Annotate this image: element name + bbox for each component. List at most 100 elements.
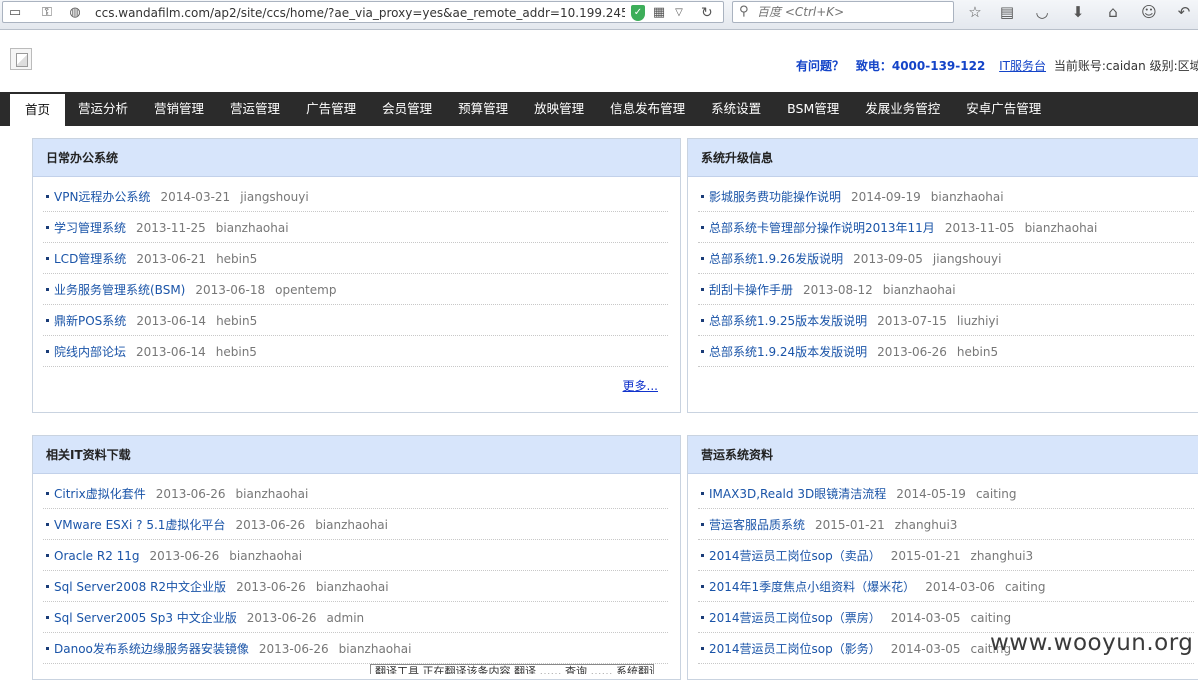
item-link[interactable]: Sql Server2005 Sp3 中文企业版 (54, 611, 237, 625)
bullet-icon (701, 554, 704, 557)
item-date: 2014-05-19 (896, 487, 966, 501)
item-link[interactable]: Oracle R2 11g (54, 549, 140, 563)
nav-home[interactable]: 首页 (10, 94, 66, 126)
item-date: 2013-06-14 (136, 314, 207, 328)
chat-icon[interactable]: ☺ (1139, 2, 1159, 22)
list-item: 业务服务管理系统(BSM) 2013-06-18 opentemp (43, 274, 668, 305)
back-arrow-icon[interactable]: ↶ (1174, 2, 1194, 22)
panel-system-upgrades: 系统升级信息 影城服务费功能操作说明 2014-09-19 bianzhaohai … (687, 138, 1198, 413)
item-author: bianzhaohai (930, 190, 1004, 204)
item-author: hebin5 (956, 345, 999, 359)
item-link[interactable]: LCD管理系统 (54, 252, 126, 266)
search-input[interactable] (757, 4, 947, 20)
item-date: 2013-11-05 (944, 221, 1015, 235)
item-link[interactable]: 总部系统1.9.25版本发版说明 (709, 314, 867, 328)
reload-icon[interactable]: ↻ (701, 5, 713, 21)
bullet-icon (46, 319, 49, 322)
bullet-icon (701, 492, 704, 495)
dropdown-arrow-icon[interactable]: ▽ (671, 5, 687, 21)
nav-operations[interactable]: 营运管理 (217, 92, 293, 126)
bullet-icon (701, 523, 704, 526)
address-bar[interactable]: ▭ ⚿ ◍ ccs.wandafilm.com/ap2/site/ccs/hom… (2, 1, 724, 23)
nav-info-publish[interactable]: 信息发布管理 (597, 92, 698, 126)
qr-code-icon[interactable]: ▦ (651, 5, 667, 21)
item-date: 2014-03-05 (890, 611, 961, 625)
item-link[interactable]: 刮刮卡操作手册 (709, 283, 793, 297)
list-item: 总部系统1.9.25版本发版说明 2013-07-15 liuzhiyi (698, 305, 1194, 336)
bullet-icon (701, 616, 704, 619)
nav-members[interactable]: 会员管理 (369, 92, 445, 126)
more-link[interactable]: 更多... (623, 379, 658, 393)
nav-settings[interactable]: 系统设置 (698, 92, 774, 126)
item-author: caiting (970, 611, 1012, 625)
item-link[interactable]: Sql Server2008 R2中文企业版 (54, 580, 226, 594)
nav-ops-analysis[interactable]: 营运分析 (65, 92, 141, 126)
list-item: 总部系统卡管理部分操作说明2013年11月 2013-11-05 bianzhaoh… (698, 212, 1194, 243)
item-author: bianzhaohai (215, 221, 289, 235)
item-date: 2014-03-05 (890, 642, 961, 656)
help-question[interactable]: 有问题？ (796, 59, 844, 73)
item-link[interactable]: 总部系统1.9.24版本发版说明 (709, 345, 867, 359)
url-text[interactable]: ccs.wandafilm.com/ap2/site/ccs/home/?ae_… (95, 5, 625, 21)
shield-icon[interactable]: ✓ (631, 5, 645, 21)
item-date: 2013-06-26 (236, 580, 306, 594)
item-date: 2013-06-21 (136, 252, 207, 266)
bullet-icon (46, 647, 49, 650)
list-item: 总部系统1.9.26发版说明 2013-09-05 jiangshouyi (698, 243, 1194, 274)
download-icon[interactable]: ⬇ (1068, 2, 1088, 22)
item-date: 2014-03-06 (925, 580, 995, 594)
item-link[interactable]: 院线内部论坛 (54, 345, 126, 359)
bullet-icon (46, 616, 49, 619)
bullet-icon (46, 585, 49, 588)
browser-toolbar: ▭ ⚿ ◍ ccs.wandafilm.com/ap2/site/ccs/hom… (0, 0, 1198, 30)
item-date: 2013-07-15 (877, 314, 947, 328)
panel-title: 营运系统资料 (688, 436, 1198, 474)
item-link[interactable]: 2014营运员工岗位sop（卖品） (709, 549, 881, 563)
item-link[interactable]: VMware ESXi ? 5.1虚拟化平台 (54, 518, 225, 532)
list-item: Sql Server2008 R2中文企业版 2013-06-26 bianzhao… (43, 571, 668, 602)
list-item: Danoo发布系统边缘服务器安装镜像 2013-06-26 bianzhaohai (43, 633, 668, 664)
item-link[interactable]: 2014营运员工岗位sop（影务） (709, 642, 881, 656)
item-link[interactable]: 总部系统1.9.26发版说明 (709, 252, 843, 266)
item-link[interactable]: Citrix虚拟化套件 (54, 487, 146, 501)
nav-business-dev[interactable]: 发展业务管控 (852, 92, 953, 126)
nav-android-ads[interactable]: 安卓广告管理 (953, 92, 1054, 126)
item-link[interactable]: Danoo发布系统边缘服务器安装镜像 (54, 642, 249, 656)
item-author: bianzhaohai (315, 518, 388, 532)
item-link[interactable]: 影城服务费功能操作说明 (709, 190, 841, 204)
item-author: jiangshouyi (932, 252, 1002, 266)
panel-title: 日常办公系统 (33, 139, 680, 177)
bookmark-star-icon[interactable]: ☆ (965, 2, 985, 22)
nav-bsm[interactable]: BSM管理 (774, 92, 852, 126)
bullet-icon (46, 554, 49, 557)
panel-office-systems: 日常办公系统 VPN远程办公系统 2014-03-21 jiangshouyi 学习… (32, 138, 681, 413)
item-date: 2013-09-05 (853, 252, 923, 266)
bullet-icon (701, 350, 704, 353)
item-link[interactable]: 学习管理系统 (54, 221, 126, 235)
panel-it-downloads: 相关IT资料下载 Citrix虚拟化套件 2013-06-26 bianzhaoha… (32, 435, 681, 680)
nav-marketing[interactable]: 营销管理 (141, 92, 217, 126)
item-link[interactable]: 2014营运员工岗位sop（票房） (709, 611, 881, 625)
bullet-icon (46, 257, 49, 260)
item-link[interactable]: 业务服务管理系统(BSM) (54, 283, 185, 297)
pocket-icon[interactable]: ◡ (1032, 2, 1052, 22)
item-link[interactable]: VPN远程办公系统 (54, 190, 150, 204)
search-box[interactable]: ⚲ (732, 1, 954, 23)
it-service-link[interactable]: IT服务台 (999, 59, 1046, 73)
key-icon[interactable]: ⚿ (39, 5, 55, 21)
watermark: www.wooyun.org (990, 630, 1194, 656)
item-link[interactable]: 2014年1季度焦点小组资料（爆米花） (709, 580, 915, 594)
item-link[interactable]: 鼎新POS系统 (54, 314, 126, 328)
nav-screening[interactable]: 放映管理 (521, 92, 597, 126)
list-item: 学习管理系统 2013-11-25 bianzhaohai (43, 212, 668, 243)
list-item: Citrix虚拟化套件 2013-06-26 bianzhaohai (43, 478, 668, 509)
nav-budget[interactable]: 预算管理 (445, 92, 521, 126)
item-link[interactable]: 营运客服品质系统 (709, 518, 805, 532)
home-icon[interactable]: ⌂ (1103, 2, 1123, 22)
nav-ads[interactable]: 广告管理 (293, 92, 369, 126)
reading-list-icon[interactable]: ▤ (997, 2, 1017, 22)
item-link[interactable]: 总部系统卡管理部分操作说明2013年11月 (709, 221, 935, 235)
item-author: hebin5 (216, 314, 258, 328)
item-link[interactable]: IMAX3D,Reald 3D眼镜清洁流程 (709, 487, 886, 501)
list-item: 2014营运员工岗位sop（票房） 2014-03-05 caiting (698, 602, 1194, 633)
